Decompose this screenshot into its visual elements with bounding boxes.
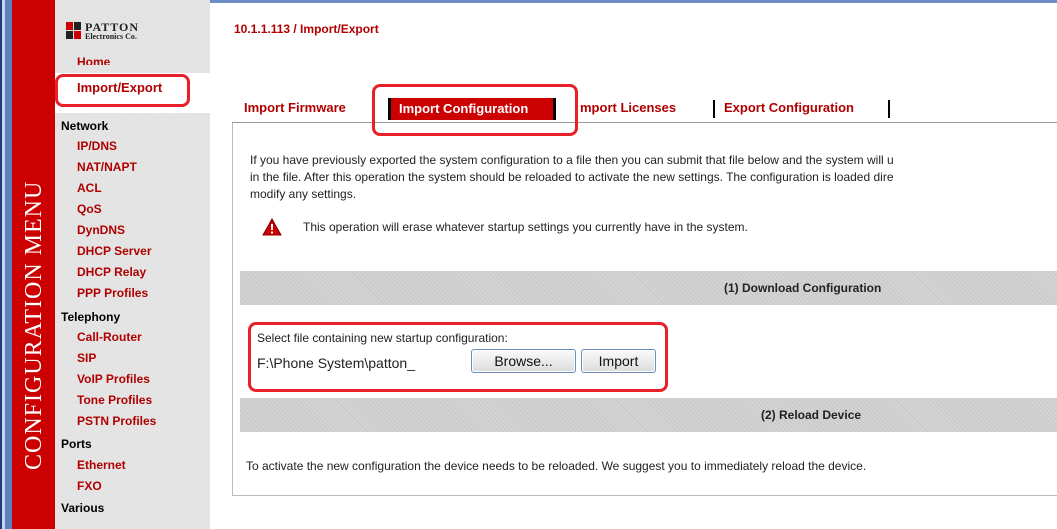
reload-device-title: (2) Reload Device <box>761 408 862 422</box>
sidebar-item-dhcp-relay[interactable]: DHCP Relay <box>77 265 146 279</box>
sidebar-item-acl[interactable]: ACL <box>77 181 102 195</box>
breadcrumb: 10.1.1.113 / Import/Export <box>234 22 379 36</box>
import-export-highlight <box>55 74 190 107</box>
sidebar-item-home[interactable]: Home <box>77 55 110 65</box>
sidebar-section-network: Network <box>61 119 109 133</box>
sidebar-item-ip-dns[interactable]: IP/DNS <box>77 139 117 153</box>
sidebar-item-ethernet[interactable]: Ethernet <box>77 458 126 472</box>
tab-import-firmware[interactable]: Import Firmware <box>244 100 346 115</box>
sidebar-item-dhcp-server[interactable]: DHCP Server <box>77 244 151 258</box>
description-line: in the file. After this operation the sy… <box>250 170 894 184</box>
sidebar-item-fxo[interactable]: FXO <box>77 479 102 493</box>
download-configuration-title: (1) Download Configuration <box>724 281 882 295</box>
file-upload-highlight <box>248 322 668 392</box>
description-line: modify any settings. <box>250 187 357 201</box>
tabs-underline <box>232 122 1057 123</box>
patton-logo: PATTON Electronics Co. <box>66 20 166 44</box>
configuration-menu-title: CONFIGURATION MENU <box>21 180 47 470</box>
reload-device-header <box>240 398 1057 432</box>
tab-import-licenses[interactable]: mport Licenses <box>580 100 676 115</box>
tab-export-configuration[interactable]: Export Configuration <box>724 100 854 115</box>
sidebar-section-telephony: Telephony <box>61 310 121 324</box>
download-configuration-header <box>240 271 1057 305</box>
sidebar-item-ppp-profiles[interactable]: PPP Profiles <box>77 286 148 300</box>
sidebar-item-voip-profiles[interactable]: VoIP Profiles <box>77 372 150 386</box>
import-configuration-highlight <box>372 84 578 136</box>
sidebar-item-tone-profiles[interactable]: Tone Profiles <box>77 393 152 407</box>
description-line: If you have previously exported the syst… <box>250 153 894 167</box>
sidebar-item-pstn-profiles[interactable]: PSTN Profiles <box>77 414 156 428</box>
patton-logo-icon <box>66 22 82 40</box>
tab-separator <box>713 100 715 118</box>
warning-triangle-icon <box>262 218 282 236</box>
sidebar-item-nat-napt[interactable]: NAT/NAPT <box>77 160 137 174</box>
sidebar-section-ports: Ports <box>61 437 92 451</box>
sidebar-section-various: Various <box>61 501 105 515</box>
sidebar-item-call-router[interactable]: Call-Router <box>77 330 142 344</box>
logo-subtext: Electronics Co. <box>85 32 137 41</box>
warning-text: This operation will erase whatever start… <box>303 220 748 234</box>
sidebar-item-dyndns[interactable]: DynDNS <box>77 223 125 237</box>
reload-instructions-text: To activate the new configuration the de… <box>246 459 867 473</box>
description-text: If you have previously exported the syst… <box>250 152 1057 203</box>
tab-separator <box>888 100 890 118</box>
sidebar-item-qos[interactable]: QoS <box>77 202 102 216</box>
sidebar-item-sip[interactable]: SIP <box>77 351 96 365</box>
window-left-border <box>0 0 12 529</box>
